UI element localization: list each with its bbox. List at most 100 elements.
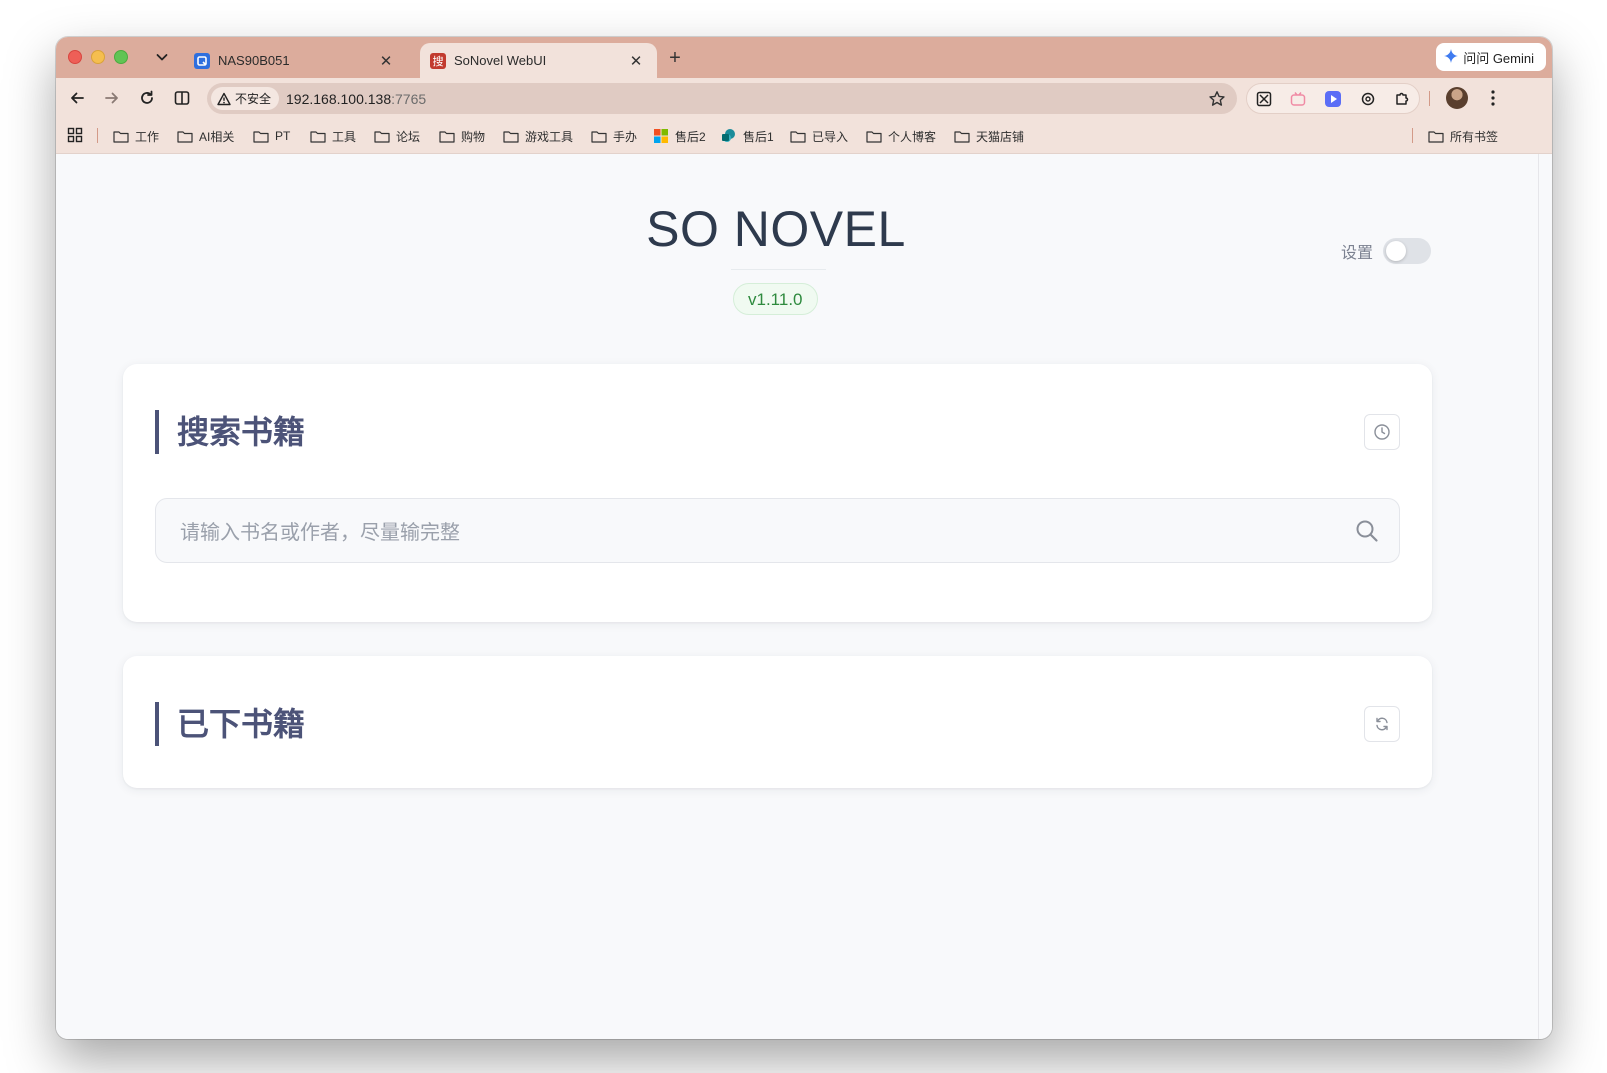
folder-icon <box>310 129 326 143</box>
search-field <box>155 498 1400 564</box>
close-tab-icon[interactable]: ✕ <box>377 52 395 70</box>
bookmark-label: 个人博客 <box>888 129 937 144</box>
bookmark-folder[interactable]: AI相关 <box>177 127 234 145</box>
tab-nas[interactable]: NAS90B051 ✕ <box>184 43 407 78</box>
bookmark-folder[interactable]: 天猫店铺 <box>954 127 1024 145</box>
search-icon[interactable] <box>1355 519 1379 543</box>
bookmarks-divider <box>1412 128 1413 143</box>
minimize-window-button[interactable] <box>91 50 105 64</box>
browser-toolbar: 不安全 192.168.100.138:7765 <box>56 78 1552 118</box>
gemini-sparkle-icon <box>1444 48 1459 66</box>
bookmark-label: 工作 <box>135 129 160 144</box>
tab-title: SoNovel WebUI <box>454 53 547 68</box>
version-badge: v1.11.0 <box>733 283 818 315</box>
tab-title: NAS90B051 <box>218 53 290 68</box>
bookmark-folder[interactable]: 手办 <box>591 127 637 145</box>
search-books-card: 搜索书籍 <box>123 364 1432 622</box>
bookmarks-bar: 工作 AI相关 PT 工具 论坛 购物 游戏工具 手办 售后2 售后1 已导入 … <box>56 118 1552 154</box>
openai-extension-icon[interactable] <box>1359 90 1377 108</box>
folder-icon <box>954 129 970 143</box>
not-secure-label: 不安全 <box>235 92 272 106</box>
bookmark-star-icon[interactable] <box>1207 89 1227 109</box>
refresh-icon <box>1376 717 1388 731</box>
bookmark-label: 售后2 <box>675 129 706 144</box>
folder-icon <box>177 129 193 143</box>
bookmark-label: 所有书签 <box>1450 129 1499 144</box>
bookmark-folder[interactable]: 论坛 <box>374 127 420 145</box>
settings-control: 设置 <box>1341 238 1432 264</box>
folder-icon <box>374 129 390 143</box>
ask-gemini-button[interactable]: 问问 Gemini <box>1436 43 1546 71</box>
reload-icon[interactable] <box>137 88 157 108</box>
search-input[interactable] <box>178 499 1332 564</box>
close-tab-icon[interactable]: ✕ <box>627 52 645 70</box>
bookmark-folder[interactable]: 已导入 <box>790 127 848 145</box>
site-info-button[interactable]: 不安全 <box>211 87 280 110</box>
app-title: SO NOVEL <box>646 201 906 257</box>
profile-avatar[interactable] <box>1446 87 1468 109</box>
bookmark-link[interactable]: 售后1 <box>721 127 774 145</box>
toggle-knob <box>1386 241 1407 261</box>
extensions-group <box>1246 83 1420 114</box>
bookmark-folder[interactable]: 工作 <box>113 127 159 145</box>
bookmark-label: 天猫店铺 <box>976 129 1025 144</box>
bookmark-folder[interactable]: 购物 <box>439 127 485 145</box>
settings-toggle[interactable] <box>1383 238 1432 264</box>
bookmark-label: 购物 <box>461 129 486 144</box>
title-divider <box>731 269 826 270</box>
search-history-button[interactable] <box>1364 414 1400 450</box>
bookmark-label: 游戏工具 <box>525 129 574 144</box>
extensions-puzzle-icon[interactable] <box>1393 90 1411 108</box>
settings-label: 设置 <box>1341 245 1374 262</box>
reading-mode-icon[interactable] <box>172 88 192 108</box>
maximize-window-button[interactable] <box>114 50 128 64</box>
sonovel-icon: 搜 <box>430 52 446 69</box>
bookmark-label: 论坛 <box>396 129 421 144</box>
bookmark-label: 已导入 <box>812 129 849 144</box>
folder-icon <box>253 129 269 143</box>
new-tab-plus-icon[interactable]: + <box>664 47 686 69</box>
bookmark-folder[interactable]: 游戏工具 <box>503 127 573 145</box>
forward-arrow-icon[interactable] <box>102 88 122 108</box>
toolbar-divider <box>1429 91 1430 106</box>
bookmark-folder[interactable]: 个人博客 <box>866 127 936 145</box>
back-arrow-icon[interactable] <box>67 88 87 108</box>
folder-icon <box>503 129 519 143</box>
bookmark-label: AI相关 <box>199 129 235 144</box>
url-text: 192.168.100.138:7765 <box>286 91 426 107</box>
page-content: SO NOVEL v1.11.0 设置 搜索书籍 已下书籍 <box>56 154 1552 1039</box>
browser-menu-kebab-icon[interactable] <box>1485 88 1501 108</box>
screenshot-extension-icon[interactable] <box>1255 90 1273 108</box>
bookmark-link[interactable]: 售后2 <box>653 127 706 145</box>
bookmarks-divider <box>97 128 98 143</box>
url-host: 192.168.100.138 <box>286 91 392 107</box>
bookmark-label: 手办 <box>613 129 638 144</box>
apps-grid-icon[interactable] <box>67 127 83 143</box>
bookmark-label: 售后1 <box>743 129 774 144</box>
microsoft-logo-icon <box>653 129 669 143</box>
close-window-button[interactable] <box>68 50 82 64</box>
bookmark-label: 工具 <box>332 129 357 144</box>
folder-icon <box>113 129 129 143</box>
folder-icon <box>866 129 882 143</box>
url-port: :7765 <box>391 91 427 107</box>
folder-icon <box>1428 129 1444 143</box>
sharepoint-icon <box>721 129 737 143</box>
folder-icon <box>591 129 607 143</box>
bookmark-folder[interactable]: PT <box>253 127 290 145</box>
video-extension-icon[interactable] <box>1324 90 1342 108</box>
refresh-button[interactable] <box>1364 706 1400 742</box>
browser-window: NAS90B051 ✕ 搜 SoNovel WebUI ✕ + 问问 Gemin… <box>56 37 1552 1039</box>
tab-sonovel[interactable]: 搜 SoNovel WebUI ✕ <box>420 43 657 78</box>
bookmark-label: PT <box>275 129 291 143</box>
gemini-label: 问问 Gemini <box>1463 50 1534 66</box>
address-bar[interactable]: 不安全 192.168.100.138:7765 <box>207 83 1237 114</box>
nas-app-icon <box>194 52 210 69</box>
tab-search-chevron-icon[interactable] <box>152 47 172 67</box>
all-bookmarks-button[interactable]: 所有书签 <box>1428 127 1498 145</box>
downloaded-books-card: 已下书籍 <box>123 656 1432 788</box>
bookmark-folder[interactable]: 工具 <box>310 127 356 145</box>
page-edge-divider <box>1538 154 1539 1039</box>
bilibili-extension-icon[interactable] <box>1289 90 1307 108</box>
warning-triangle-icon <box>217 92 231 105</box>
